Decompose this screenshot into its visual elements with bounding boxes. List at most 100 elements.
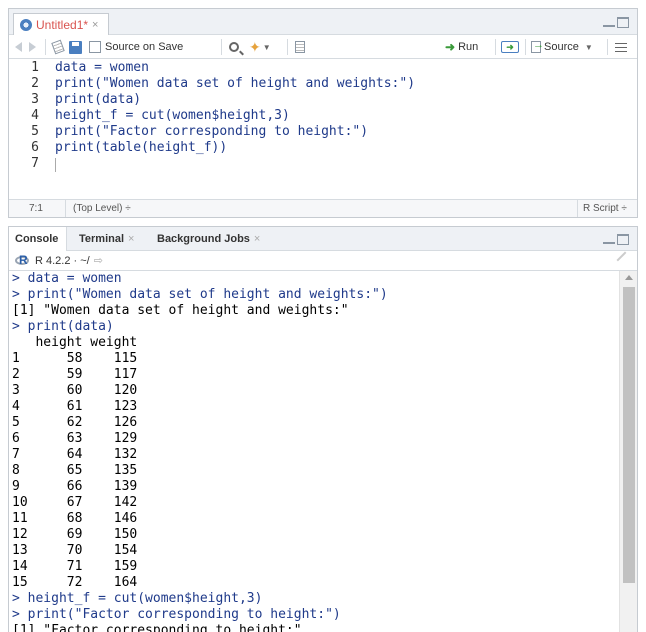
- source-label: Source: [544, 41, 579, 53]
- console-command-line: > print("Factor corresponding to height:…: [12, 607, 341, 622]
- source-on-save-toggle[interactable]: Source on Save: [89, 39, 183, 55]
- chevron-down-icon: ▼: [262, 42, 271, 52]
- console-output-line: 3 60 120: [12, 383, 138, 398]
- console-output-line: 8 65 135: [12, 463, 138, 478]
- run-button[interactable]: ➜ Run: [445, 39, 478, 55]
- toolbar-divider: [495, 39, 496, 55]
- console-command-line: > height_f = cut(women$height,3): [12, 591, 263, 606]
- code-line[interactable]: print(data): [55, 92, 415, 108]
- code-line[interactable]: height_f = cut(women$height,3): [55, 108, 415, 124]
- console-command-line: > print(data): [12, 319, 114, 334]
- tab-untitled1[interactable]: Untitled1* ×: [13, 13, 109, 35]
- source-on-save-checkbox[interactable]: [89, 41, 101, 53]
- cursor-position: 7:1: [29, 203, 43, 214]
- back-arrow-icon: [15, 42, 22, 52]
- console-output-line: 14 71 159: [12, 559, 138, 574]
- run-arrow-icon: ➜: [445, 40, 456, 54]
- line-number: 4: [31, 108, 39, 123]
- console-output-line: 12 69 150: [12, 527, 138, 542]
- chevron-down-icon[interactable]: ▼: [585, 43, 593, 52]
- console-output-line: 1 58 115: [12, 351, 138, 366]
- console-output-line: 10 67 142: [12, 495, 138, 510]
- console-output-line: 13 70 154: [12, 543, 138, 558]
- console-output-line: 9 66 139: [12, 479, 138, 494]
- code-line[interactable]: data = women: [55, 60, 415, 76]
- text-cursor: [55, 158, 56, 172]
- console-output-line: 11 68 146: [12, 511, 138, 526]
- line-number: 5: [31, 124, 39, 139]
- find-button[interactable]: [229, 39, 239, 55]
- line-number: 1: [31, 60, 39, 75]
- tab-background-jobs[interactable]: Background Jobs ×: [151, 227, 266, 251]
- minimize-pane-icon[interactable]: [603, 234, 615, 244]
- save-button[interactable]: [69, 39, 82, 55]
- maximize-pane-icon[interactable]: [617, 17, 629, 28]
- tab-background-jobs-label: Background Jobs: [157, 233, 250, 245]
- toolbar-divider: [607, 39, 608, 55]
- line-number: 6: [31, 140, 39, 155]
- scroll-up-arrow-icon[interactable]: [625, 275, 633, 280]
- source-button[interactable]: Source ▼: [531, 39, 593, 55]
- close-tab-icon[interactable]: ×: [92, 19, 98, 31]
- line-number: 3: [31, 92, 39, 107]
- console-output-line: 2 59 117: [12, 367, 138, 382]
- compile-report-button[interactable]: [295, 39, 305, 55]
- scope-selector[interactable]: (Top Level) ÷: [73, 203, 131, 214]
- minimize-pane-icon[interactable]: [603, 17, 615, 27]
- save-icon: [69, 40, 82, 54]
- console-scrollbar[interactable]: [619, 271, 637, 632]
- document-outline-button[interactable]: [615, 39, 627, 55]
- console-window-controls: [603, 234, 629, 245]
- toolbar-divider: [525, 39, 526, 55]
- toolbar-divider: [221, 39, 222, 55]
- back-button[interactable]: [15, 39, 22, 55]
- console-output-line: 4 61 123: [12, 399, 138, 414]
- tab-console[interactable]: Console: [9, 227, 67, 251]
- toolbar-divider: [287, 39, 288, 55]
- console-output-line: 6 63 129: [12, 431, 138, 446]
- tab-terminal-label: Terminal: [79, 233, 125, 245]
- filetype-selector[interactable]: R Script ÷: [583, 203, 627, 214]
- outline-icon: [615, 42, 627, 52]
- console-pane: Console Terminal × Background Jobs × R R…: [8, 226, 638, 632]
- editor-tabbar: Untitled1* ×: [9, 9, 637, 35]
- document-icon: [295, 41, 305, 53]
- editor-toolbar: Source on Save ✦ ▼ ➜ Run ➜ Source ▼: [9, 35, 637, 59]
- line-number-gutter: 1234567: [9, 60, 47, 172]
- console-output-line: 15 72 164: [12, 575, 138, 590]
- maximize-pane-icon[interactable]: [617, 234, 629, 245]
- console-output-line: height weight: [12, 335, 138, 350]
- rerun-button[interactable]: ➜: [501, 39, 519, 55]
- editor-window-controls: [603, 17, 629, 28]
- status-divider: [577, 200, 578, 217]
- r-version-label: R 4.2.2 · ~/: [35, 254, 90, 267]
- code-editor[interactable]: 1234567 data = women print("Women data se…: [9, 60, 637, 200]
- console-output[interactable]: > data = women > print("Women data set of…: [9, 271, 619, 632]
- line-number: 7: [31, 156, 39, 171]
- show-in-window-button[interactable]: [51, 39, 65, 55]
- code-lines[interactable]: data = women print("Women data set of hei…: [55, 60, 415, 172]
- source-on-save-label: Source on Save: [105, 41, 184, 53]
- clear-console-icon[interactable]: [616, 251, 634, 269]
- code-line[interactable]: print("Women data set of height and weig…: [55, 76, 415, 92]
- code-line[interactable]: print("Factor corresponding to height:"): [55, 124, 415, 140]
- console-header: R R 4.2.2 · ~/ ⇨: [9, 251, 637, 271]
- go-to-directory-icon[interactable]: ⇨: [94, 254, 103, 267]
- status-divider: [65, 200, 66, 217]
- code-line[interactable]: [55, 156, 415, 172]
- console-output-line: [1] "Factor corresponding to height:": [12, 623, 302, 632]
- close-tab-icon[interactable]: ×: [128, 233, 134, 245]
- tab-terminal[interactable]: Terminal ×: [73, 227, 140, 251]
- close-tab-icon[interactable]: ×: [254, 233, 260, 245]
- code-line[interactable]: print(table(height_f)): [55, 140, 415, 156]
- console-tabbar: Console Terminal × Background Jobs ×: [9, 227, 637, 251]
- r-logo-icon: R: [15, 253, 29, 267]
- scrollbar-thumb[interactable]: [623, 287, 635, 583]
- magic-wand-icon: ✦: [249, 38, 261, 55]
- code-tools-button[interactable]: ✦ ▼: [249, 39, 271, 55]
- editor-statusbar: 7:1 (Top Level) ÷ R Script ÷: [9, 199, 637, 217]
- console-output-line: [1] "Women data set of height and weight…: [12, 303, 349, 318]
- console-output-line: 5 62 126: [12, 415, 138, 430]
- forward-button[interactable]: [29, 39, 36, 55]
- tab-console-label: Console: [15, 233, 59, 245]
